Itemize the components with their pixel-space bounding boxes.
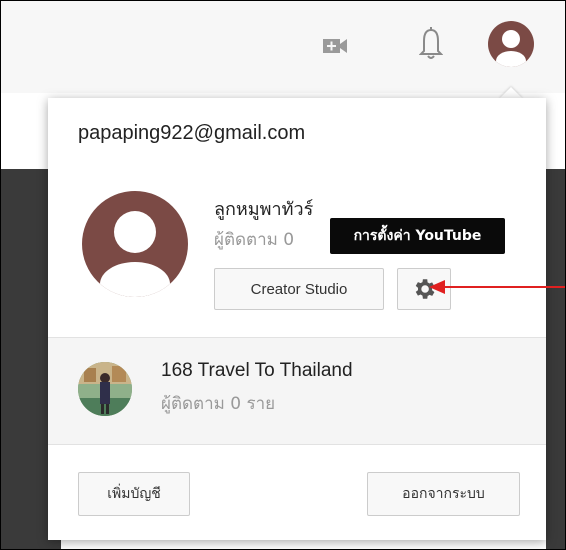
default-avatar-icon: [496, 30, 526, 67]
top-bar: [1, 1, 565, 93]
channel-name: ลูกหมูพาทัวร์: [214, 199, 314, 220]
divider: [48, 444, 546, 445]
sign-out-button[interactable]: ออกจากระบบ: [367, 472, 520, 516]
account-dropdown: papaping922@gmail.com ลูกหมูพาทัวร์ ผู้ต…: [48, 98, 546, 540]
creator-studio-button[interactable]: Creator Studio: [214, 268, 384, 310]
account-email: papaping922@gmail.com: [78, 122, 306, 144]
screenshot-frame: papaping922@gmail.com ลูกหมูพาทัวร์ ผู้ต…: [0, 0, 566, 550]
background-content-right: [546, 169, 565, 549]
red-annotation-arrow: [429, 280, 565, 294]
brand-account-avatar: [78, 362, 132, 416]
default-avatar-icon: [100, 211, 170, 297]
account-avatar-button[interactable]: [488, 21, 534, 67]
video-upload-icon[interactable]: [323, 37, 347, 55]
channel-avatar[interactable]: [82, 191, 188, 297]
brand-account-subscribers: ผู้ติดตาม 0 ราย: [161, 394, 276, 414]
bell-icon[interactable]: [419, 27, 443, 61]
brand-photo-icon: [78, 362, 132, 416]
add-account-button[interactable]: เพิ่มบัญชี: [78, 472, 190, 516]
settings-tooltip: การตั้งค่า YouTube: [330, 218, 505, 254]
channel-subscribers: ผู้ติดตาม 0: [214, 230, 295, 250]
brand-account-name: 168 Travel To Thailand: [161, 360, 353, 381]
brand-account-item[interactable]: 168 Travel To Thailand ผู้ติดตาม 0 ราย: [48, 338, 546, 444]
